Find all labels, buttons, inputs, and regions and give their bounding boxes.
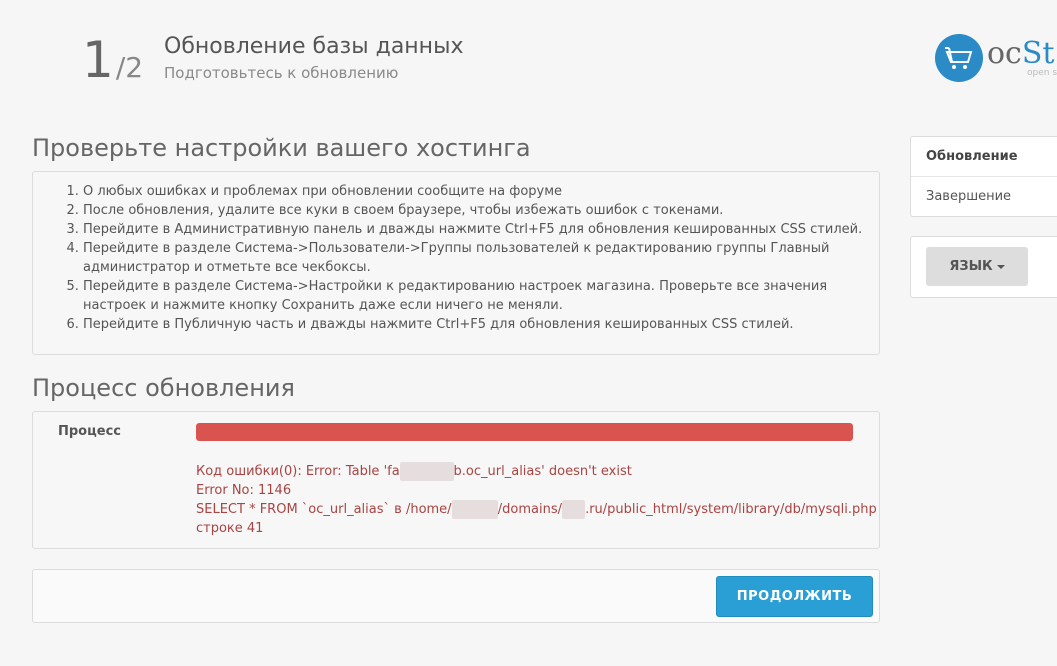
page-subtitle: Подготовьтесь к обновлению bbox=[164, 64, 399, 82]
logo-text-accent: St bbox=[1021, 36, 1055, 71]
progress-fill bbox=[196, 423, 853, 441]
instructions-panel: О любых ошибках и проблемах при обновлен… bbox=[32, 171, 880, 355]
instruction-item: Перейдите в разделе Система->Пользовател… bbox=[83, 239, 869, 277]
error-line-3-c: .ru/public_html/system/library/db/mysqli… bbox=[585, 502, 877, 517]
step-total: /2 bbox=[115, 51, 144, 84]
error-line-3: SELECT * FROM `oc_url_alias` в /home/xxx… bbox=[196, 500, 877, 519]
instruction-item: О любых ошибках и проблемах при обновлен… bbox=[83, 182, 869, 201]
opencart-logo: ocSt open s bbox=[935, 34, 1057, 84]
error-line-3-a: SELECT * FROM `oc_url_alias` в /home/ bbox=[196, 502, 452, 517]
language-panel: ЯЗЫК bbox=[910, 236, 1057, 298]
redacted-text: xxx bbox=[561, 500, 586, 519]
progress-bar bbox=[196, 423, 853, 441]
step-item-update[interactable]: Обновление bbox=[911, 137, 1057, 177]
instruction-item: Перейдите в Административную панель и дв… bbox=[83, 220, 869, 239]
instruction-item: Перейдите в разделе Система->Настройки к… bbox=[83, 277, 869, 315]
footer-panel: ПРОДОЛЖИТЬ bbox=[32, 569, 880, 623]
process-label: Процесс bbox=[58, 424, 121, 439]
step-counter: 1/2 bbox=[82, 30, 143, 90]
error-line-1-b: b.oc_url_alias' doesn't exist bbox=[453, 464, 632, 479]
caret-down-icon bbox=[996, 264, 1005, 269]
process-panel: Процесс Код ошибки(0): Error: Table 'fax… bbox=[32, 411, 880, 549]
step-item-finish[interactable]: Завершение bbox=[911, 177, 1057, 216]
error-line-1: Код ошибки(0): Error: Table 'faxxxxxxxb.… bbox=[196, 462, 877, 481]
language-label: ЯЗЫК bbox=[949, 259, 993, 274]
error-line-1-a: Код ошибки(0): Error: Table 'fa bbox=[196, 464, 400, 479]
instructions-list: О любых ошибках и проблемах при обновлен… bbox=[33, 172, 879, 334]
header-text: Обновление базы данных Подготовьтесь к о… bbox=[164, 33, 463, 82]
cart-icon bbox=[935, 34, 983, 82]
error-message: Код ошибки(0): Error: Table 'faxxxxxxxb.… bbox=[196, 462, 877, 538]
instructions-title: Проверьте настройки вашего хостинга bbox=[32, 134, 531, 162]
page: 1/2 Обновление базы данных Подготовьтесь… bbox=[0, 0, 1057, 666]
page-title: Обновление базы данных bbox=[164, 34, 464, 59]
error-line-2: Error No: 1146 bbox=[196, 483, 292, 498]
error-line-4: строке 41 bbox=[196, 521, 264, 536]
logo-text-prefix: oc bbox=[987, 36, 1022, 71]
instruction-item: Перейдите в Публичную часть и дважды наж… bbox=[83, 315, 869, 334]
redacted-text: xxxxxx bbox=[451, 500, 498, 519]
instruction-item: После обновления, удалите все куки в сво… bbox=[83, 201, 869, 220]
process-title: Процесс обновления bbox=[32, 374, 295, 402]
redacted-text: xxxxxxx bbox=[399, 462, 454, 481]
logo-subtext: open s bbox=[1027, 68, 1057, 78]
error-line-3-b: /domains/ bbox=[497, 502, 562, 517]
continue-button[interactable]: ПРОДОЛЖИТЬ bbox=[716, 576, 873, 617]
step-current: 1 bbox=[82, 31, 114, 89]
steps-list: Обновление Завершение bbox=[910, 136, 1057, 217]
language-dropdown-button[interactable]: ЯЗЫК bbox=[926, 247, 1028, 286]
logo-text: ocSt bbox=[987, 36, 1054, 71]
